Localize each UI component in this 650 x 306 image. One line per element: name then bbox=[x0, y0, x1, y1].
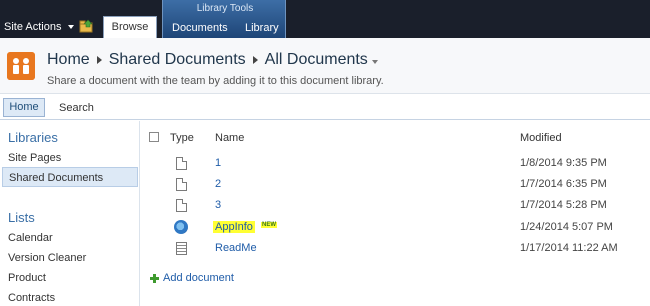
column-header-modified[interactable]: Modified bbox=[520, 132, 562, 144]
document-library-view: Type Name Modified 1 1/8/2014 9:35 PM 2 … bbox=[141, 121, 650, 306]
document-name-link[interactable]: AppInfo bbox=[213, 221, 255, 233]
text-document-icon bbox=[176, 242, 187, 255]
table-row[interactable]: 1 1/8/2014 9:35 PM bbox=[141, 154, 650, 174]
internet-explorer-icon bbox=[174, 220, 188, 234]
tab-documents[interactable]: Documents bbox=[172, 22, 228, 34]
table-row[interactable]: AppInfo NEW 1/24/2014 5:07 PM bbox=[141, 218, 650, 238]
sidebar-item-product[interactable]: Product bbox=[8, 272, 46, 284]
site-logo-icon[interactable] bbox=[7, 52, 35, 80]
column-header-type[interactable]: Type bbox=[170, 132, 194, 144]
breadcrumb: Home Shared Documents All Documents bbox=[47, 51, 378, 69]
add-document-label: Add document bbox=[163, 272, 234, 284]
top-nav-bar: Home Search bbox=[0, 95, 650, 120]
modified-date: 1/7/2014 5:28 PM bbox=[520, 199, 607, 211]
breadcrumb-home[interactable]: Home bbox=[47, 51, 90, 69]
breadcrumb-arrow-icon bbox=[252, 56, 258, 64]
tab-library[interactable]: Library bbox=[245, 22, 279, 34]
lists-heading[interactable]: Lists bbox=[8, 210, 35, 225]
document-name-link[interactable]: 1 bbox=[215, 157, 221, 169]
plus-icon bbox=[150, 273, 159, 283]
sidebar-item-shared-documents[interactable]: Shared Documents bbox=[2, 167, 138, 187]
new-badge: NEW bbox=[261, 222, 277, 228]
table-row[interactable]: 3 1/7/2014 5:28 PM bbox=[141, 196, 650, 216]
document-icon bbox=[176, 199, 187, 212]
modified-date: 1/7/2014 6:35 PM bbox=[520, 178, 607, 190]
library-tools-label: Library Tools bbox=[196, 3, 254, 14]
libraries-heading[interactable]: Libraries bbox=[8, 130, 58, 145]
column-header-name[interactable]: Name bbox=[215, 132, 244, 144]
modified-date: 1/17/2014 11:22 AM bbox=[520, 242, 618, 254]
tab-browse[interactable]: Browse bbox=[103, 16, 157, 38]
chevron-down-icon[interactable] bbox=[371, 59, 378, 64]
add-document-link[interactable]: Add document bbox=[150, 272, 234, 284]
table-row[interactable]: 2 1/7/2014 6:35 PM bbox=[141, 175, 650, 195]
modified-date: 1/8/2014 9:35 PM bbox=[520, 157, 607, 169]
sidebar-item-site-pages[interactable]: Site Pages bbox=[8, 152, 61, 164]
navigate-up-icon[interactable] bbox=[79, 19, 94, 33]
document-icon bbox=[176, 157, 187, 170]
site-actions-label: Site Actions bbox=[4, 21, 62, 33]
breadcrumb-shared-documents[interactable]: Shared Documents bbox=[109, 51, 246, 69]
sidebar-item-version-cleaner[interactable]: Version Cleaner bbox=[8, 252, 86, 264]
ribbon-bar: Site Actions Browse Library Tools Docume… bbox=[0, 0, 650, 38]
document-name-link[interactable]: 2 bbox=[215, 178, 221, 190]
quick-launch: Libraries Site Pages Shared Documents Li… bbox=[0, 121, 140, 306]
modified-date: 1/24/2014 5:07 PM bbox=[520, 221, 613, 233]
select-all-checkbox[interactable] bbox=[149, 132, 159, 142]
page-description: Share a document with the team by adding… bbox=[47, 75, 384, 87]
sidebar-item-calendar[interactable]: Calendar bbox=[8, 232, 53, 244]
document-icon bbox=[176, 178, 187, 191]
document-name-link[interactable]: 3 bbox=[215, 199, 221, 211]
table-row[interactable]: ReadMe 1/17/2014 11:22 AM bbox=[141, 239, 650, 259]
document-name-link[interactable]: ReadMe bbox=[215, 242, 257, 254]
library-tools-group: Library Tools Documents Library bbox=[162, 0, 286, 38]
site-actions-menu[interactable]: Site Actions bbox=[4, 21, 75, 33]
nav-search[interactable]: Search bbox=[59, 102, 94, 114]
sidebar-item-contracts[interactable]: Contracts bbox=[8, 292, 55, 304]
breadcrumb-arrow-icon bbox=[96, 56, 102, 64]
title-area: Home Shared Documents All Documents Shar… bbox=[0, 38, 650, 94]
nav-home[interactable]: Home bbox=[3, 98, 45, 117]
chevron-down-icon bbox=[68, 25, 75, 29]
view-selector[interactable]: All Documents bbox=[265, 51, 368, 69]
